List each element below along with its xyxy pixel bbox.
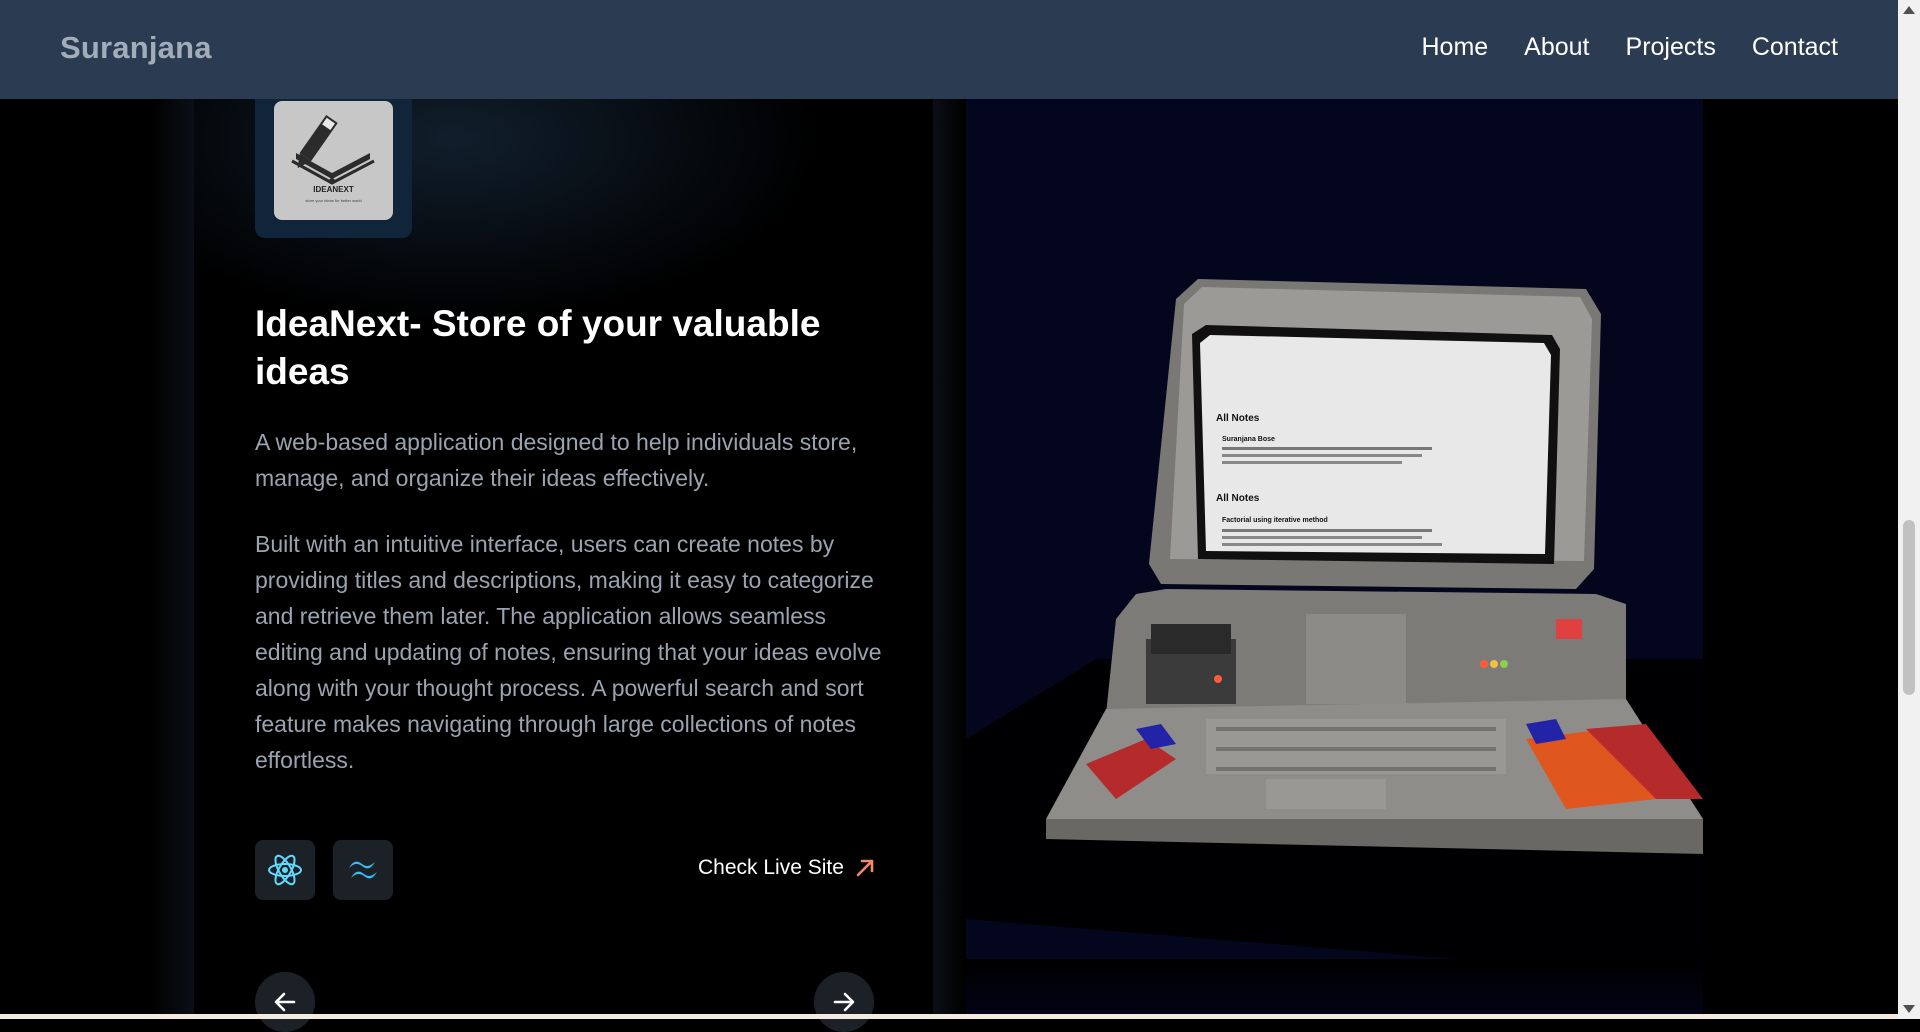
project-details: Built with an intuitive interface, users… bbox=[255, 531, 882, 773]
tech-badge-react bbox=[255, 840, 315, 900]
react-icon bbox=[268, 854, 302, 886]
project-logo-frame: IDEANEXT store your ideas for better wor… bbox=[255, 99, 412, 238]
scene-floor bbox=[966, 959, 1703, 1019]
scroll-thumb[interactable] bbox=[1903, 520, 1915, 695]
screen-heading-2: All Notes bbox=[1216, 493, 1260, 504]
nav-link-contact[interactable]: Contact bbox=[1752, 33, 1838, 62]
vertical-scrollbar[interactable] bbox=[1898, 0, 1920, 1019]
card-edge-left bbox=[150, 99, 194, 1019]
tech-badge-tailwind bbox=[333, 840, 393, 900]
brand-logo[interactable]: Suranjana bbox=[60, 30, 212, 66]
nav-link-about[interactable]: About bbox=[1524, 33, 1589, 62]
check-live-site-link[interactable]: Check Live Site bbox=[698, 856, 876, 880]
arrow-left-icon bbox=[274, 992, 296, 1012]
prev-project-button[interactable] bbox=[255, 972, 315, 1032]
nav-link-home[interactable]: Home bbox=[1421, 33, 1488, 62]
scroll-down-arrow-icon[interactable] bbox=[1903, 1005, 1915, 1013]
navbar: Suranjana Home About Projects Contact bbox=[0, 0, 1898, 99]
arrow-up-right-icon bbox=[856, 859, 874, 877]
retro-computer-model: All Notes Suranjana Bose All Notes Facto… bbox=[966, 279, 1703, 979]
project-title: IdeaNext- Store of your valuable ideas bbox=[255, 303, 821, 392]
screen-note-2-title: Factorial using iterative method bbox=[1222, 517, 1328, 524]
arrow-right-icon bbox=[833, 992, 855, 1012]
scroll-up-arrow-icon[interactable] bbox=[1903, 6, 1915, 14]
live-link-label: Check Live Site bbox=[698, 856, 844, 879]
page-bottom-strip bbox=[0, 1014, 1898, 1019]
nav-link-projects[interactable]: Projects bbox=[1626, 33, 1716, 62]
tailwind-icon bbox=[349, 861, 377, 879]
project-3d-scene[interactable]: All Notes Suranjana Bose All Notes Facto… bbox=[966, 99, 1703, 1019]
screen-heading-1: All Notes bbox=[1216, 413, 1260, 424]
logo-name: IDEANEXT bbox=[313, 185, 354, 194]
screen-note-1-title: Suranjana Bose bbox=[1222, 436, 1275, 443]
card-edge-right bbox=[933, 99, 965, 1019]
project-logo: IDEANEXT store your ideas for better wor… bbox=[274, 101, 393, 220]
next-project-button[interactable] bbox=[814, 972, 874, 1032]
nav-links: Home About Projects Contact bbox=[1421, 33, 1838, 62]
project-summary: A web-based application designed to help… bbox=[255, 429, 858, 491]
logo-tagline: store your ideas for better world bbox=[305, 198, 362, 203]
